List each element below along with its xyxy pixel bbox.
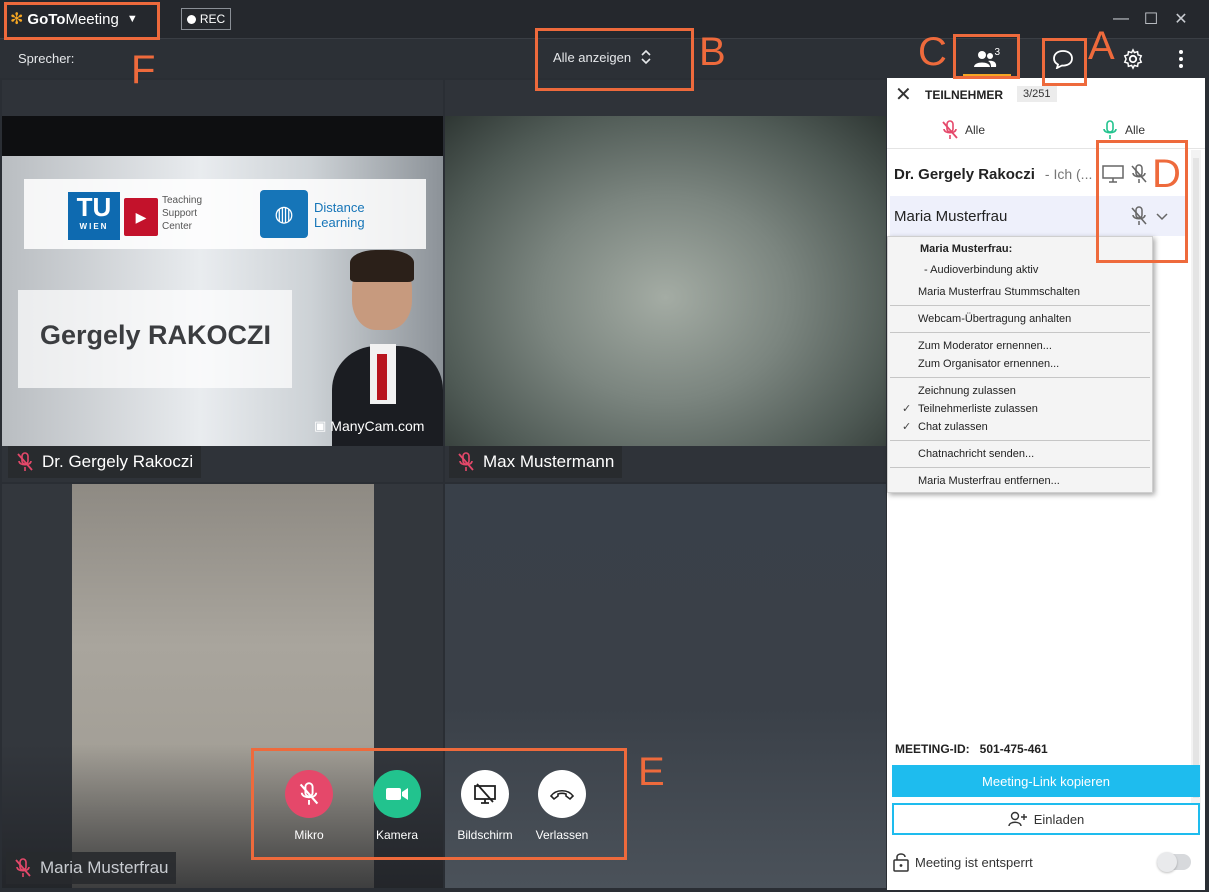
annotation-box-b <box>535 28 694 91</box>
menu-divider <box>890 332 1150 333</box>
menu-item-make-moderator[interactable]: Zum Moderator ernennen... <box>918 340 1052 352</box>
invite-button[interactable]: Einladen <box>892 803 1200 835</box>
menu-item-allow-list[interactable]: Teilnehmerliste zulassen <box>918 403 1038 415</box>
participant-name: Dr. Gergely Rakoczi <box>894 165 1035 183</box>
annotation-box-f <box>4 2 160 40</box>
video-name-label: Maria Musterfrau <box>40 858 169 877</box>
record-label: REC <box>199 12 226 26</box>
teaching-center-logo-icon: ▶ <box>124 198 158 236</box>
annotation-letter-f: F <box>131 48 156 92</box>
meeting-lock-toggle[interactable] <box>1157 852 1191 872</box>
manycam-icon: ▣ <box>314 418 327 433</box>
menu-item-mute[interactable]: Maria Musterfrau Stummschalten <box>918 286 1080 298</box>
teaching-center-text: Teaching Support Center <box>162 194 202 233</box>
video-name-label: Max Mustermann <box>483 452 615 471</box>
menu-header: Maria Musterfrau: <box>920 243 1013 255</box>
copy-meeting-link-button[interactable]: Meeting-Link kopieren <box>892 765 1200 797</box>
lock-status-label: Meeting ist entsperrt <box>915 854 1033 870</box>
add-user-icon <box>1007 811 1027 827</box>
video-tile-gergely[interactable]: TU WIEN ▶ Teaching Support Center ◍ Dist… <box>2 80 443 482</box>
menu-item-allow-chat[interactable]: Chat zulassen <box>918 421 988 433</box>
meeting-id-row: MEETING-ID: 501-475-461 <box>895 742 1048 756</box>
record-button[interactable]: REC <box>181 8 231 30</box>
participant-context-menu: Maria Musterfrau: - Audioverbindung akti… <box>887 236 1153 493</box>
tu-logo-top: TU <box>76 192 112 222</box>
kebab-menu-icon <box>1179 50 1183 68</box>
manycam-watermark: ▣ ManyCam.com <box>314 418 424 434</box>
scrollbar-thumb[interactable] <box>1193 158 1199 798</box>
annotation-box-c <box>953 34 1020 79</box>
checkmark-icon: ✓ <box>902 403 912 415</box>
unmute-all-label: Alle <box>1125 123 1146 137</box>
video-name-tag: Max Mustermann <box>449 446 623 478</box>
video-frame <box>445 116 886 446</box>
menu-divider <box>890 440 1150 441</box>
presenter-name-text: Gergely RAKOCZI <box>40 320 272 350</box>
participants-count: 3/251 <box>1017 86 1057 102</box>
distance-learning-globe-icon: ◍ <box>260 190 308 238</box>
lock-status-row: Meeting ist entsperrt <box>893 852 1033 872</box>
annotation-box-a <box>1042 38 1087 86</box>
video-name-tag: Maria Musterfrau <box>6 852 177 884</box>
unmute-all-button[interactable]: Alle <box>1101 120 1145 140</box>
mute-all-label: Alle <box>965 123 986 137</box>
mic-muted-icon <box>942 120 958 139</box>
mute-all-button[interactable]: Alle <box>941 120 985 140</box>
menu-item-allow-drawing[interactable]: Zeichnung zulassen <box>918 385 1016 397</box>
copy-link-label: Meeting-Link kopieren <box>982 773 1110 789</box>
mic-muted-icon <box>15 858 31 877</box>
annotation-letter-e: E <box>638 750 665 794</box>
mic-icon <box>1103 120 1117 139</box>
menu-divider <box>890 377 1150 378</box>
settings-button[interactable] <box>1116 43 1150 75</box>
manycam-text: ManyCam.com <box>330 418 425 434</box>
tu-wien-logo: TU WIEN <box>68 192 120 240</box>
gotomeeting-window: ✻ GoTo Meeting ▼ REC — ☐ ✕ Sprecher: All… <box>0 0 1209 892</box>
menu-item-webcam-pause[interactable]: Webcam-Übertragung anhalten <box>918 313 1071 325</box>
maximize-icon[interactable]: ☐ <box>1139 6 1163 32</box>
video-name-label: Dr. Gergely Rakoczi <box>42 452 194 471</box>
unlocked-icon <box>893 853 909 872</box>
menu-divider <box>890 305 1150 306</box>
tsc-line-2: Support <box>162 208 198 219</box>
annotation-letter-b: B <box>699 30 726 74</box>
participant-suffix: - Ich (... <box>1044 166 1093 182</box>
dl-line-2: Learning <box>314 215 365 230</box>
annotation-letter-d: D <box>1152 152 1181 196</box>
mic-muted-icon <box>17 452 33 471</box>
checkmark-icon: ✓ <box>902 421 912 433</box>
video-name-tag: Dr. Gergely Rakoczi <box>8 446 202 478</box>
gear-icon <box>1123 48 1143 70</box>
menu-item-make-organizer[interactable]: Zum Organisator ernennen... <box>918 358 1059 370</box>
dl-line-1: Distance <box>314 200 365 215</box>
more-options-button[interactable] <box>1164 43 1198 75</box>
record-dot-icon <box>186 14 196 24</box>
invite-label: Einladen <box>1033 811 1085 827</box>
annotation-letter-a: A <box>1088 24 1115 68</box>
annotation-box-e <box>251 748 627 860</box>
mic-muted-icon <box>458 452 474 471</box>
participant-name: Maria Musterfrau <box>894 207 1008 225</box>
menu-divider <box>890 467 1150 468</box>
presenter-photo <box>332 250 443 446</box>
participants-scrollbar[interactable] <box>1191 150 1201 810</box>
tsc-line-1: Teaching <box>162 195 203 206</box>
close-window-icon[interactable]: ✕ <box>1169 6 1193 32</box>
menu-audio-status: - Audioverbindung aktiv <box>924 264 1039 276</box>
close-icon[interactable]: ✕ <box>895 85 912 105</box>
menu-item-send-chat[interactable]: Chatnachricht senden... <box>918 448 1034 460</box>
annotation-letter-c: C <box>918 30 947 74</box>
toggle-knob <box>1157 852 1177 872</box>
tu-logo-bottom: WIEN <box>79 222 109 231</box>
tsc-line-3: Center <box>162 221 193 232</box>
participants-title: TEILNEHMER <box>925 88 1003 102</box>
meeting-id-value: 501-475-461 <box>979 742 1048 756</box>
meeting-id-label: MEETING-ID: <box>895 742 970 756</box>
menu-item-remove[interactable]: Maria Musterfrau entfernen... <box>918 475 1060 487</box>
distance-learning-text: Distance Learning <box>314 200 365 230</box>
speaker-label: Sprecher: <box>18 51 75 66</box>
video-tile-max[interactable]: Max Mustermann <box>445 80 886 482</box>
